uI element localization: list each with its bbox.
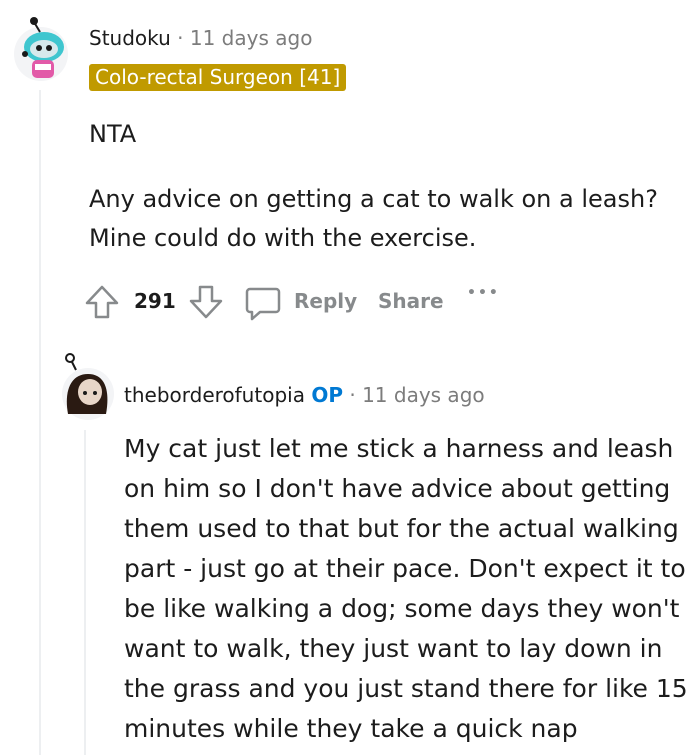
downvote-button[interactable] <box>188 284 224 320</box>
reply-avatar[interactable] <box>58 352 116 422</box>
reply-username[interactable]: theborderofutopia <box>124 383 305 407</box>
comment-header: Studoku · 11 days ago <box>89 26 312 50</box>
more-options-button[interactable]: ••• <box>467 285 500 301</box>
upvote-arrow-icon <box>85 285 119 319</box>
downvote-arrow-icon <box>189 285 223 319</box>
snoo-avatar-icon <box>14 17 68 81</box>
username[interactable]: Studoku <box>89 26 171 50</box>
share-button[interactable]: Share <box>378 289 444 313</box>
comment-paragraph: NTA <box>89 120 137 148</box>
vote-score: 291 <box>134 289 176 313</box>
reply-header: theborderofutopia OP · 11 days ago <box>124 383 485 407</box>
thread-line-comment[interactable] <box>39 90 41 755</box>
reply-body: My cat just let me stick a harness and l… <box>124 434 688 743</box>
comment-paragraph: Any advice on getting a cat to walk on a… <box>89 185 658 213</box>
user-flair: Colo-rectal Surgeon [41] <box>89 64 347 91</box>
reply-label: Reply <box>294 289 358 313</box>
separator-dot: · <box>349 383 356 407</box>
thread-line-reply[interactable] <box>84 430 86 755</box>
speech-bubble-icon <box>245 287 281 321</box>
op-badge: OP <box>311 383 343 407</box>
reply-button[interactable]: Reply <box>244 283 364 321</box>
avatar[interactable] <box>12 14 70 84</box>
reply-timestamp[interactable]: 11 days ago <box>362 383 485 407</box>
snoo-avatar-icon <box>62 353 114 420</box>
separator-dot: · <box>177 26 184 50</box>
timestamp[interactable]: 11 days ago <box>190 26 313 50</box>
comment-paragraph: Mine could do with the exercise. <box>89 224 477 252</box>
upvote-button[interactable] <box>84 284 120 320</box>
